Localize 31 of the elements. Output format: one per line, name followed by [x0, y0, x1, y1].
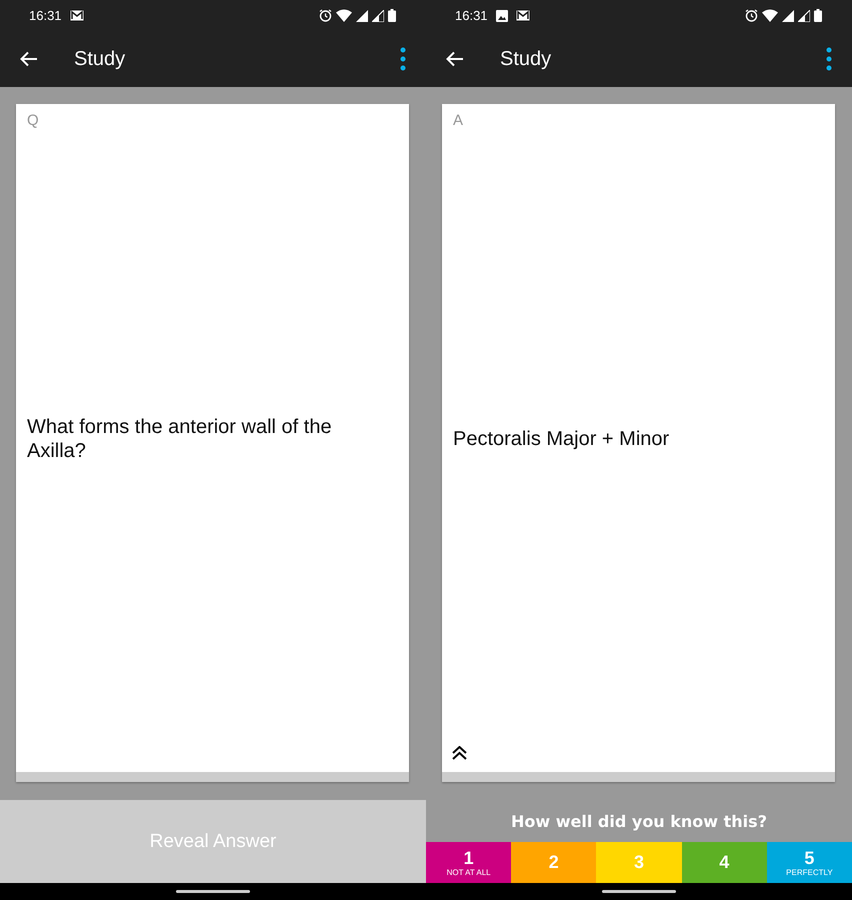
- rating-button[interactable]: 2: [511, 842, 596, 883]
- status-time: 16:31: [29, 8, 62, 23]
- battery-icon: [388, 9, 396, 22]
- double-chevron-icon[interactable]: [452, 746, 467, 760]
- status-time: 16:31: [455, 8, 488, 23]
- back-arrow-icon[interactable]: [446, 51, 464, 67]
- overflow-menu-icon[interactable]: [400, 47, 406, 71]
- back-arrow-icon[interactable]: [20, 51, 38, 67]
- rating-button[interactable]: 5 PERFECTLY: [766, 842, 852, 883]
- screen-title: Study: [500, 48, 552, 70]
- signal-icon: [798, 10, 810, 22]
- battery-icon: [814, 9, 822, 22]
- card-side-label: A: [453, 112, 464, 129]
- wifi-icon: [762, 9, 778, 22]
- signal-icon: [782, 10, 794, 22]
- wifi-icon: [336, 9, 352, 22]
- alarm-icon: [745, 9, 758, 22]
- flashcard[interactable]: Q What forms the anterior wall of the Axilla?: [16, 104, 409, 782]
- card-side-label: Q: [27, 112, 39, 129]
- signal-icon: [356, 10, 368, 22]
- alarm-icon: [319, 9, 332, 22]
- overflow-menu-icon[interactable]: [826, 47, 832, 71]
- rating-prompt: How well did you know this?: [511, 812, 767, 830]
- rating-button[interactable]: 4: [682, 842, 767, 883]
- flashcard[interactable]: A Pectoralis Major + Minor: [442, 104, 835, 782]
- card-text: Pectoralis Major + Minor: [453, 427, 670, 451]
- rating-button[interactable]: 1 NOT AT ALL: [426, 842, 512, 883]
- card-text: What forms the anterior wall of the Axilla?: [27, 415, 333, 463]
- rating-button[interactable]: 3: [596, 842, 682, 883]
- screen-title: Study: [74, 48, 126, 70]
- signal-icon: [372, 10, 384, 22]
